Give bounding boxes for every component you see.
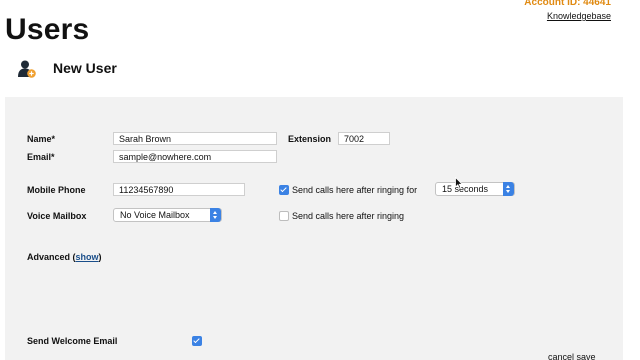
cancel-link[interactable]: cancel: [548, 352, 574, 360]
voice-mailbox-label: Voice Mailbox: [27, 211, 87, 221]
send-calls-ringing-for-label: Send calls here after ringing for: [292, 185, 418, 195]
email-label: Email*: [27, 152, 55, 162]
extension-input[interactable]: [338, 132, 390, 145]
send-welcome-email-checkbox[interactable]: [192, 336, 202, 346]
name-label: Name*: [27, 134, 56, 144]
email-input[interactable]: [113, 150, 277, 163]
send-calls-after-ringing-checkbox[interactable]: [279, 211, 289, 221]
advanced-suffix: ): [98, 252, 102, 262]
knowledgebase-link[interactable]: Knowledgebase: [547, 11, 611, 21]
save-link[interactable]: save: [577, 352, 596, 360]
send-calls-ringing-for-checkbox[interactable]: [279, 185, 289, 195]
page-title: Users: [5, 13, 90, 46]
add-user-icon: [18, 60, 36, 78]
chevron-updown-icon: [210, 208, 221, 222]
advanced-show-link[interactable]: show: [76, 252, 99, 262]
name-input[interactable]: [113, 132, 277, 145]
voice-mailbox-value: No Voice Mailbox: [120, 210, 190, 220]
footer-actions: cancel save: [548, 352, 596, 360]
mobile-phone-input[interactable]: [113, 183, 245, 196]
advanced-label: Advanced (: [27, 252, 76, 262]
ring-duration-select[interactable]: 15 seconds: [435, 182, 515, 196]
advanced-toggle: Advanced (show): [27, 252, 102, 262]
account-id: Account ID: 44641: [524, 0, 611, 8]
section-title: New User: [53, 60, 117, 76]
voice-mailbox-select[interactable]: No Voice Mailbox: [113, 208, 222, 222]
ring-duration-value: 15 seconds: [442, 184, 489, 194]
chevron-updown-icon: [503, 182, 514, 196]
mouse-cursor-icon: [455, 177, 463, 189]
send-calls-after-ringing-label: Send calls here after ringing: [292, 211, 405, 221]
send-welcome-email-label: Send Welcome Email: [27, 336, 118, 346]
mobile-phone-label: Mobile Phone: [27, 185, 86, 195]
extension-label: Extension: [288, 134, 332, 144]
